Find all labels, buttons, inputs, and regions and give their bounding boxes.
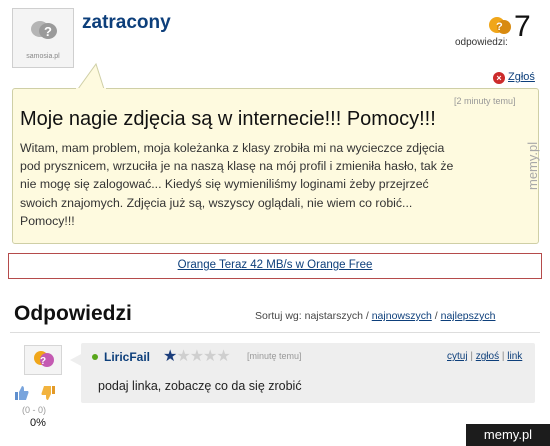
answer-timestamp: [minutę temu] [247,351,302,361]
asker-avatar[interactable]: ? samosia.pl [12,8,74,68]
svg-text:?: ? [40,356,46,367]
answers-label: odpowiedzi: [455,37,508,48]
sort-options: Sortuj wg: najstarszych / najnowszych / … [255,310,495,322]
question-bubble-tail [76,62,106,90]
thumb-down-icon[interactable] [40,385,56,401]
question-author[interactable]: zatracony [82,12,171,34]
question-body: Witam, mam problem, moja koleżanka z kla… [20,139,520,230]
action-separator: | [501,351,505,362]
star-empty-icon: ★★★★ [176,348,230,365]
vote-counts: (0 - 0) [22,405,47,415]
question-timestamp: [2 minuty temu] [454,96,516,106]
thumb-up-icon[interactable] [14,385,30,401]
question-title: Moje nagie zdjęcia są w internecie!!! Po… [20,108,436,130]
answer-actions: cytuj | zgłoś | link [447,351,522,362]
answer-author[interactable]: LiricFail [104,350,150,364]
side-watermark: memy.pl [525,141,540,190]
sort-label: Sortuj wg: najstarszych / [255,310,369,322]
online-status-dot [92,354,98,360]
answers-count: 7 [514,10,531,43]
user-rank-stars: ★★★★★ [163,346,231,366]
quote-link[interactable]: cytuj [447,351,468,362]
sort-best-link[interactable]: najlepszych [441,310,496,322]
svg-text:?: ? [44,24,52,39]
sort-separator: / [434,310,438,322]
answers-bubble-icon: ? [489,17,511,34]
svg-text:?: ? [496,21,503,33]
sort-newest-link[interactable]: najnowszych [372,310,432,322]
question-body-line: pod prysznicem, wrzuciła je na naszą kla… [20,159,454,174]
permalink-link[interactable]: link [507,351,522,362]
samosia-logo-icon: ? [31,21,57,39]
question-body-line: Witam, mam problem, moja koleżanka z kla… [20,141,445,155]
question-body-line: swoich znajomych. Zdjęcia już są, wszysc… [20,195,413,210]
samosia-logo-icon: ? [34,351,54,367]
star-filled-icon: ★ [163,348,177,365]
section-divider [10,332,540,333]
ad-link[interactable]: Orange Teraz 42 MB/s w Orange Free [0,259,550,271]
avatar-brand: samosia.pl [26,53,60,60]
vote-percent: 0% [30,417,46,429]
report-link[interactable]: Zgłoś [508,71,535,83]
answerer-avatar[interactable]: ? [24,345,62,375]
action-separator: | [470,351,473,362]
memy-watermark: memy.pl [466,424,550,446]
report-answer-link[interactable]: zgłoś [476,351,499,362]
answer-text: podaj linka, zobaczę co da się zrobić [98,379,302,393]
question-body-line: Pomocy!!! [20,213,75,228]
report-icon[interactable]: × [493,72,505,84]
answers-heading: Odpowiedzi [14,302,132,325]
question-body-line: nie mogę się zalogować... Kiedyś się wym… [20,177,429,192]
